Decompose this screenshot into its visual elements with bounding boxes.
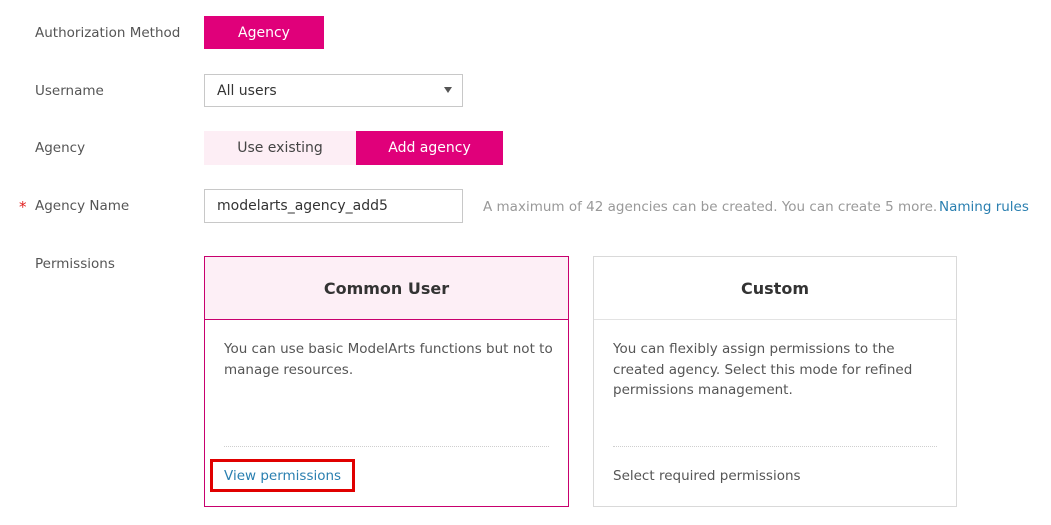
add-agency-toggle[interactable]: Add agency [356,131,503,165]
agency-name-label: Agency Name [35,198,130,214]
auth-method-label: Authorization Method [35,25,181,41]
required-asterisk: * [19,198,27,216]
auth-method-agency-button[interactable]: Agency [204,16,324,49]
card-title: Custom [594,257,956,320]
view-permissions-link[interactable]: View permissions [224,468,341,484]
agency-name-input[interactable] [204,189,463,223]
card-description: You can flexibly assign permissions to t… [613,341,913,398]
username-label: Username [35,83,104,99]
card-title: Common User [205,257,568,320]
permission-card-common-user[interactable]: Common User You can use basic ModelArts … [204,256,569,507]
username-select[interactable]: All users [204,74,463,107]
agency-limit-hint: A maximum of 42 agencies can be created.… [483,199,938,215]
select-required-permissions-text: Select required permissions [613,468,801,484]
permission-card-custom[interactable]: Custom You can flexibly assign permissio… [593,256,957,507]
agency-label: Agency [35,140,86,156]
caret-down-icon [444,87,452,93]
card-divider [613,446,937,447]
card-divider [224,446,549,447]
use-existing-toggle[interactable]: Use existing [204,131,356,165]
card-description: You can use basic ModelArts functions bu… [224,341,553,378]
permissions-label: Permissions [35,256,115,272]
username-select-value: All users [217,82,277,99]
naming-rules-link[interactable]: Naming rules [939,199,1029,215]
